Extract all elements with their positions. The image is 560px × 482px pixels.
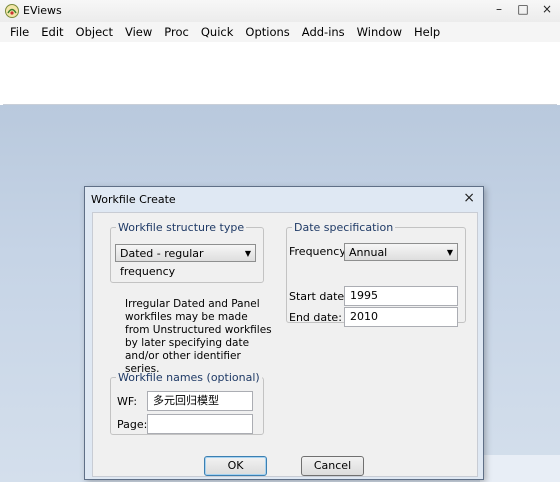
workspace-corner bbox=[480, 455, 560, 482]
menu-view[interactable]: View bbox=[119, 22, 158, 42]
structure-select[interactable]: Dated - regular frequency ▼ bbox=[115, 244, 256, 278]
frequency-label: Frequency: bbox=[289, 245, 349, 258]
page-label: Page: bbox=[117, 418, 148, 431]
start-date-label: Start date: bbox=[289, 290, 348, 303]
dialog-body: Workfile structure type Dated - regular … bbox=[92, 212, 478, 477]
frequency-select-value: Annual bbox=[349, 246, 388, 259]
frequency-select[interactable]: Annual ▼ bbox=[344, 243, 458, 261]
workfile-create-dialog: Workfile Create × Workfile structure typ… bbox=[84, 186, 484, 480]
structure-select-value: Dated - regular frequency bbox=[120, 247, 204, 278]
names-legend: Workfile names (optional) bbox=[118, 371, 260, 384]
title-bar: EViews – □ × bbox=[0, 0, 560, 22]
minimize-icon[interactable]: – bbox=[492, 2, 506, 16]
menu-add-ins[interactable]: Add-ins bbox=[296, 22, 351, 42]
chevron-down-icon: ▼ bbox=[446, 248, 453, 257]
structure-info-text: Irregular Dated and Panel workfiles may … bbox=[125, 298, 272, 375]
wf-label: WF: bbox=[117, 395, 138, 408]
dialog-close-icon[interactable]: × bbox=[463, 190, 475, 206]
start-date-input[interactable]: 1995 bbox=[344, 286, 458, 306]
page-name-input[interactable] bbox=[147, 414, 253, 434]
menu-help[interactable]: Help bbox=[408, 22, 446, 42]
end-date-input[interactable]: 2010 bbox=[344, 307, 458, 327]
wf-name-input[interactable]: 多元回归模型 bbox=[147, 391, 253, 411]
menu-edit[interactable]: Edit bbox=[35, 22, 69, 42]
dialog-title: Workfile Create bbox=[91, 193, 176, 206]
names-group: Workfile names (optional) WF: 多元回归模型 Pag… bbox=[110, 371, 264, 435]
menu-object[interactable]: Object bbox=[70, 22, 119, 42]
structure-legend: Workfile structure type bbox=[118, 221, 245, 234]
chevron-down-icon: ▼ bbox=[244, 249, 251, 258]
date-spec-legend: Date specification bbox=[294, 221, 394, 234]
ok-button[interactable]: OK bbox=[204, 456, 267, 476]
end-date-label: End date: bbox=[289, 311, 342, 324]
eviews-logo-icon bbox=[5, 4, 19, 18]
command-window[interactable] bbox=[3, 42, 557, 105]
menu-window[interactable]: Window bbox=[351, 22, 408, 42]
structure-group: Workfile structure type Dated - regular … bbox=[110, 221, 264, 283]
close-icon[interactable]: × bbox=[540, 2, 554, 16]
menu-options[interactable]: Options bbox=[239, 22, 295, 42]
menu-file[interactable]: File bbox=[4, 22, 35, 42]
date-spec-group: Date specification Frequency: Annual ▼ S… bbox=[286, 221, 466, 327]
menu-quick[interactable]: Quick bbox=[195, 22, 240, 42]
cancel-button[interactable]: Cancel bbox=[301, 456, 364, 476]
maximize-icon[interactable]: □ bbox=[516, 2, 530, 16]
menu-proc[interactable]: Proc bbox=[158, 22, 195, 42]
app-title: EViews bbox=[23, 4, 62, 17]
menu-bar: File Edit Object View Proc Quick Options… bbox=[0, 22, 560, 42]
